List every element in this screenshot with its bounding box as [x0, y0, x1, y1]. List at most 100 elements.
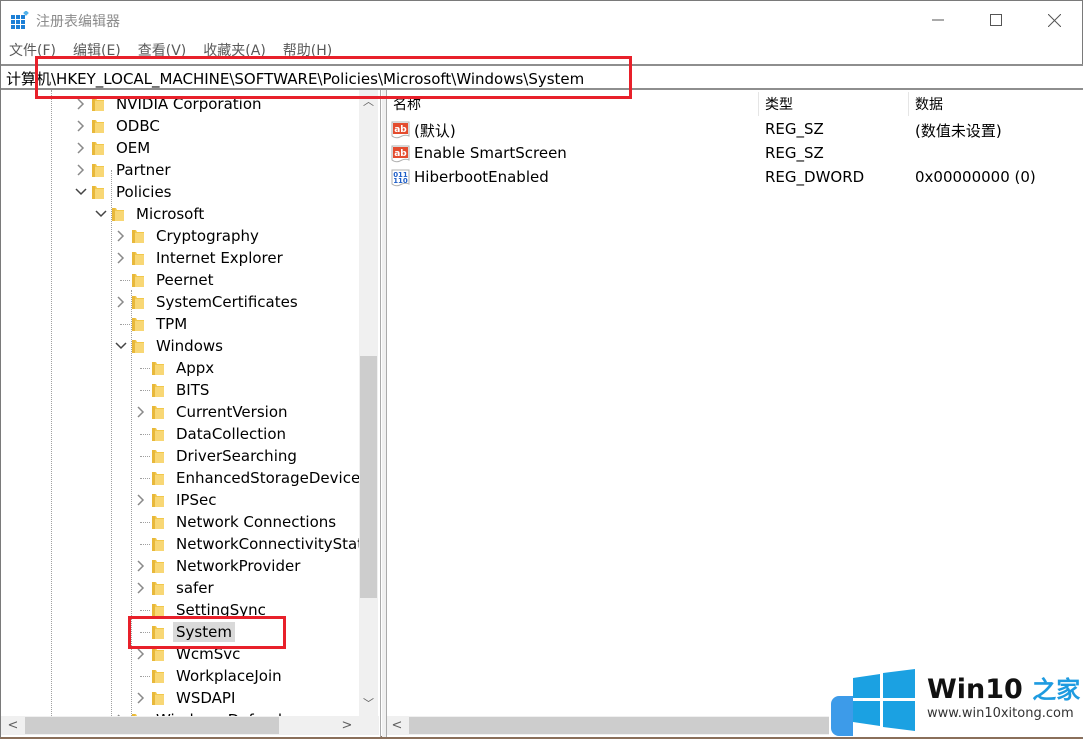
tree-item[interactable]: ODBC: [71, 115, 163, 137]
chevron-down-icon[interactable]: [71, 181, 91, 203]
tree-item[interactable]: OEM: [71, 137, 153, 159]
tree-horizontal-scroll-thumb[interactable]: [25, 717, 279, 734]
tree-item[interactable]: Network Connections: [131, 511, 339, 533]
tree-item[interactable]: Partner: [71, 159, 174, 181]
value-row[interactable]: ab Enable SmartScreen REG_SZ: [387, 142, 1083, 166]
menu-view[interactable]: 查看(V): [138, 39, 187, 63]
tree-connector: [131, 599, 151, 621]
folder-icon: [91, 96, 105, 112]
tree-vertical-scroll-thumb[interactable]: [360, 356, 377, 598]
folder-icon: [151, 404, 165, 420]
tree-item[interactable]: NetworkConnectivityStatusIndicator: [131, 533, 359, 555]
value-name: Enable SmartScreen: [414, 144, 567, 162]
svg-text:ab: ab: [394, 125, 407, 135]
tree-item[interactable]: DriverSearching: [131, 445, 300, 467]
chevron-right-icon[interactable]: [131, 643, 151, 665]
chevron-right-icon[interactable]: [131, 687, 151, 709]
chevron-right-icon[interactable]: [131, 577, 151, 599]
scroll-left-icon[interactable]: <: [3, 716, 23, 735]
tree-item[interactable]: Windows Defender: [111, 709, 300, 716]
value-row[interactable]: 011 110 HiberbootEnabled REG_DWORD 0x0000000…: [387, 166, 1083, 190]
tree-item[interactable]: BITS: [131, 379, 212, 401]
column-header-name[interactable]: 名称: [393, 90, 421, 118]
menu-file[interactable]: 文件(F): [9, 39, 56, 63]
folder-icon: [151, 360, 165, 376]
column-separator[interactable]: [758, 92, 759, 116]
tree-item[interactable]: Peernet: [111, 269, 217, 291]
maximize-button[interactable]: [967, 1, 1025, 39]
folder-icon: [151, 602, 165, 618]
tree-item[interactable]: Internet Explorer: [111, 247, 286, 269]
folder-icon: [151, 624, 165, 640]
scroll-left-icon[interactable]: <: [387, 716, 407, 735]
registry-editor-window: 注册表编辑器 文件(F) 编辑(E) 查看(V) 收藏夹(A) 帮助(H) 计算…: [0, 0, 1083, 739]
folder-icon: [151, 514, 165, 530]
tree-item[interactable]: CurrentVersion: [131, 401, 291, 423]
column-header-type[interactable]: 类型: [765, 90, 793, 118]
tree-item[interactable]: System: [131, 621, 235, 643]
chevron-right-icon[interactable]: [131, 555, 151, 577]
tree-item[interactable]: Microsoft: [91, 203, 207, 225]
menu-edit[interactable]: 编辑(E): [73, 39, 121, 63]
folder-icon: [151, 580, 165, 596]
address-bar[interactable]: 计算机\HKEY_LOCAL_MACHINE\SOFTWARE\Policies…: [1, 64, 1083, 90]
values-horizontal-scroll-thumb[interactable]: [409, 717, 859, 734]
tree-connector: [131, 467, 151, 489]
chevron-down-icon[interactable]: [111, 335, 131, 357]
chevron-right-icon[interactable]: [71, 159, 91, 181]
key-tree: NVIDIA Corporation ODBC OEM Partner Policies…: [1, 90, 359, 716]
menu-help[interactable]: 帮助(H): [283, 39, 332, 63]
tree-item[interactable]: safer: [131, 577, 217, 599]
chevron-right-icon[interactable]: [71, 137, 91, 159]
folder-icon: [151, 382, 165, 398]
close-button[interactable]: [1025, 1, 1083, 39]
tree-item[interactable]: TPM: [111, 313, 190, 335]
tree-item[interactable]: SystemCertificates: [111, 291, 301, 313]
chevron-right-icon[interactable]: [111, 291, 131, 313]
chevron-down-icon[interactable]: [91, 203, 111, 225]
tree-item[interactable]: Windows: [111, 335, 226, 357]
tree-connector: [111, 313, 131, 335]
folder-icon: [91, 140, 105, 156]
tree-item[interactable]: EnhancedStorageDevices: [131, 467, 359, 489]
tree-item[interactable]: SettingSync: [131, 599, 269, 621]
tree-item[interactable]: Appx: [131, 357, 217, 379]
scroll-right-icon[interactable]: >: [337, 716, 357, 735]
column-header-data[interactable]: 数据: [915, 90, 943, 118]
scroll-down-icon[interactable]: ﹀: [359, 694, 378, 712]
chevron-right-icon[interactable]: [111, 709, 131, 716]
watermark-brand-text: Win10: [927, 674, 1023, 705]
tree-horizontal-scrollbar[interactable]: < >: [1, 716, 379, 735]
column-separator[interactable]: [908, 92, 909, 116]
value-row[interactable]: ab (默认) REG_SZ (数值未设置): [387, 118, 1083, 142]
folder-icon: [151, 668, 165, 684]
tree-item[interactable]: WorkplaceJoin: [131, 665, 285, 687]
tree-item-label: NetworkProvider: [176, 557, 301, 575]
value-name: HiberbootEnabled: [414, 168, 549, 186]
tree-item[interactable]: NetworkProvider: [131, 555, 303, 577]
tree-item-label: Microsoft: [136, 205, 205, 223]
menu-favorites[interactable]: 收藏夹(A): [203, 39, 266, 63]
scroll-up-icon[interactable]: ︿: [359, 92, 378, 110]
tree-item[interactable]: WSDAPI: [131, 687, 238, 709]
minimize-button[interactable]: [909, 1, 967, 39]
chevron-right-icon[interactable]: [71, 93, 91, 115]
tree-item-label: DataCollection: [176, 425, 287, 443]
tree-vertical-scrollbar[interactable]: ︿ ﹀: [359, 90, 378, 716]
chevron-right-icon[interactable]: [71, 115, 91, 137]
string-value-icon: ab: [391, 145, 410, 163]
tree-item[interactable]: WcmSvc: [131, 643, 243, 665]
tree-item[interactable]: Policies: [71, 181, 174, 203]
chevron-right-icon[interactable]: [111, 225, 131, 247]
chevron-right-icon[interactable]: [131, 401, 151, 423]
chevron-right-icon[interactable]: [131, 489, 151, 511]
address-path[interactable]: 计算机\HKEY_LOCAL_MACHINE\SOFTWARE\Policies…: [6, 68, 584, 89]
tree-item[interactable]: Cryptography: [111, 225, 262, 247]
chevron-right-icon[interactable]: [111, 247, 131, 269]
tree-item[interactable]: DataCollection: [131, 423, 289, 445]
tree-connector: [131, 423, 151, 445]
folder-icon: [131, 228, 145, 244]
tree-item-label: WorkplaceJoin: [176, 667, 282, 685]
tree-item[interactable]: NVIDIA Corporation: [71, 93, 265, 115]
tree-item[interactable]: IPSec: [131, 489, 219, 511]
